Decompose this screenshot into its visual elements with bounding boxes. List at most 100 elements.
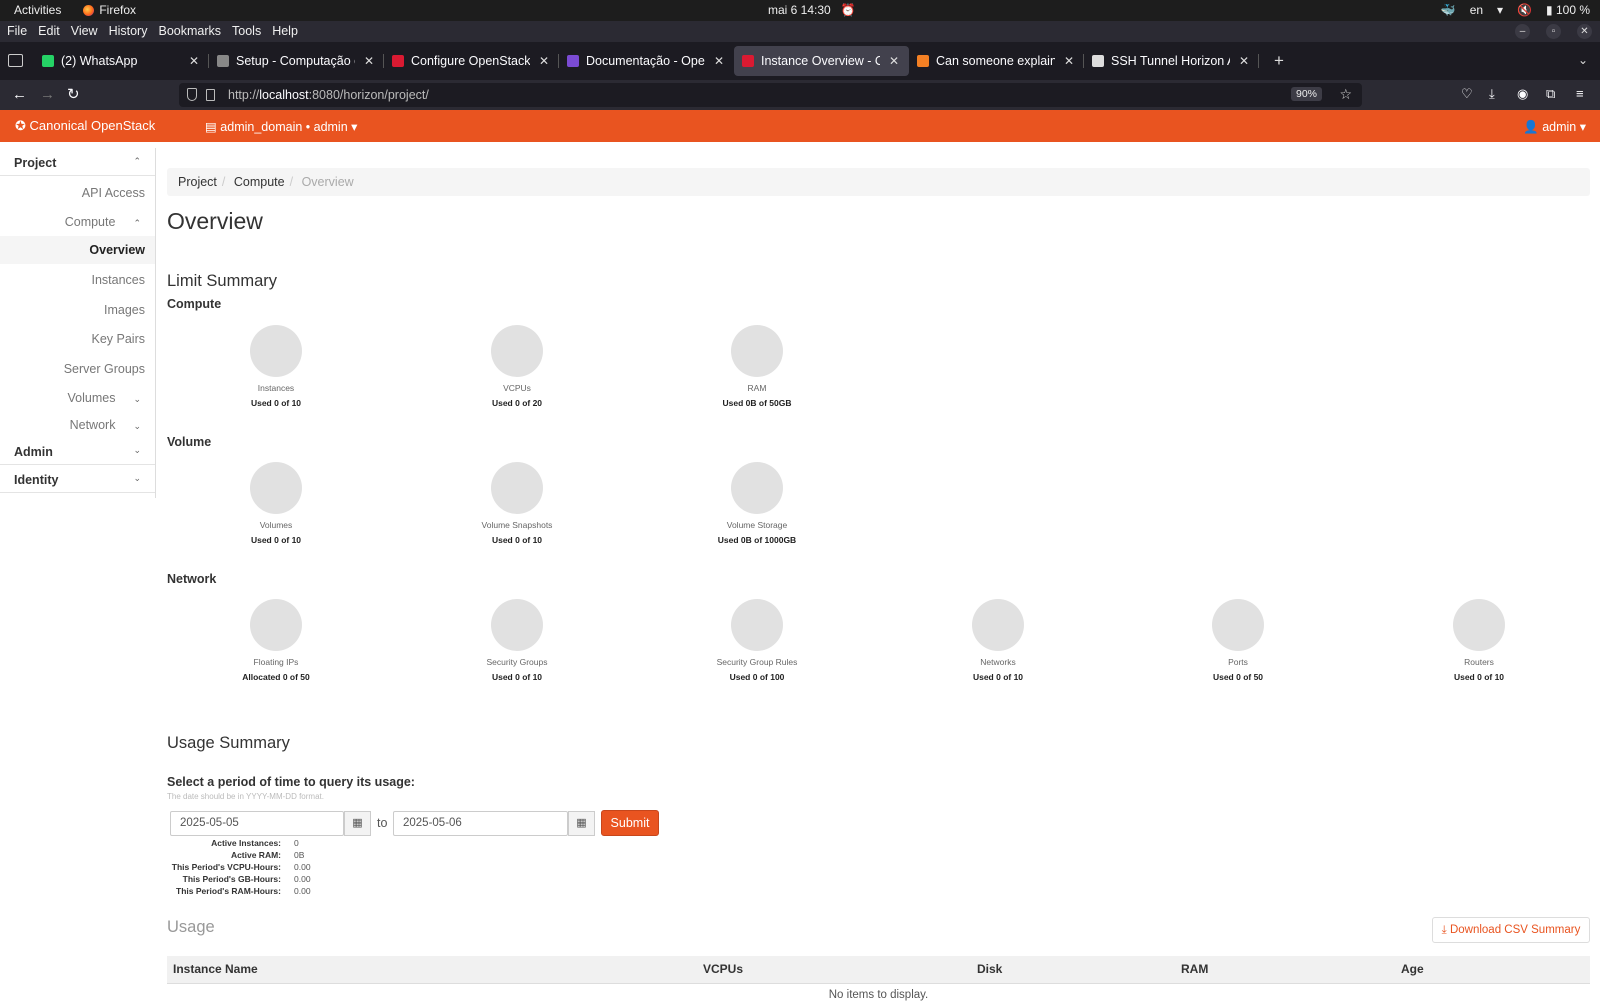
user-menu[interactable]: 👤 admin ▾ (1523, 119, 1586, 135)
limit-pie: Instances Used 0 of 10 (191, 325, 361, 408)
menu-file[interactable]: File (6, 24, 28, 38)
sidebar-identity[interactable]: Identity ⌄ (0, 465, 155, 493)
firefox-view-icon[interactable] (8, 54, 23, 67)
url-text[interactable]: http://localhost:8080/horizon/project/ (228, 88, 429, 102)
limit-pie: RAM Used 0B of 50GB (672, 325, 842, 408)
column-ram[interactable]: RAM (1175, 956, 1395, 984)
sidebar-item-overview[interactable]: Overview (0, 236, 155, 264)
project-icon: ▤ (205, 120, 217, 134)
download-csv-button[interactable]: ⤓ Download CSV Summary (1432, 917, 1590, 943)
sidebar-item-network[interactable]: Network ⌄ (70, 418, 141, 432)
menu-tools[interactable]: Tools (231, 24, 262, 38)
app-menu[interactable]: Firefox (83, 3, 136, 17)
menu-history[interactable]: History (108, 24, 149, 38)
start-date-input[interactable]: 2025-05-05 (170, 811, 344, 836)
browser-tab[interactable]: (2) WhatsApp ✕ (34, 46, 209, 76)
volume-group-title: Volume (167, 435, 212, 449)
browser-tab[interactable]: Instance Overview - OpenStack ✕ (734, 46, 909, 76)
usage-stats: Active Instances: 0 Active RAM: 0B This Peri… (168, 838, 311, 898)
column-vcpus[interactable]: VCPUs (697, 956, 971, 984)
usage-title: Usage (167, 918, 215, 936)
forward-arrow-icon[interactable]: → (40, 86, 55, 104)
stat-label: Active RAM: (230, 850, 281, 860)
sidebar-item-compute[interactable]: Compute ⌃ (65, 215, 141, 229)
hamburger-menu-icon[interactable]: ≡ (1576, 86, 1584, 101)
pie-chart (731, 325, 783, 377)
column-age[interactable]: Age (1395, 956, 1590, 984)
firefox-icon (83, 4, 95, 16)
downloads-icon[interactable]: ⤓ (1489, 86, 1495, 102)
reload-icon[interactable]: ↻ (67, 86, 80, 104)
sidebar-item-images[interactable]: Images (104, 303, 145, 317)
horizon-header: ✪ Canonical OpenStack ▤ admin_domain • a… (0, 110, 1600, 142)
minimize-button[interactable]: – (1515, 24, 1530, 39)
alarm-icon: ⏰ (840, 3, 856, 17)
clock[interactable]: mai 6 14:30 ⏰ (768, 3, 856, 17)
pie-label: Floating IPs (253, 657, 299, 667)
list-all-tabs-icon[interactable]: ⌄ (1578, 53, 1588, 67)
tab-favicon-icon (742, 55, 754, 67)
sidebar-item-volumes[interactable]: Volumes ⌄ (68, 391, 142, 405)
sidebar-item-server-groups[interactable]: Server Groups (64, 362, 145, 376)
tab-close-icon[interactable]: ✕ (537, 54, 551, 68)
tab-close-icon[interactable]: ✕ (362, 54, 376, 68)
tracking-shield-icon[interactable] (187, 88, 197, 101)
bookmark-star-icon[interactable]: ☆ (1339, 86, 1352, 103)
browser-tab[interactable]: Setup - Computação em Nuvem ✕ (209, 46, 384, 76)
tab-close-icon[interactable]: ✕ (187, 54, 201, 68)
zoom-level[interactable]: 90% (1290, 87, 1322, 101)
pocket-icon[interactable]: ♡ (1461, 86, 1473, 102)
calendar-icon[interactable]: ▦ (344, 811, 371, 836)
openstack-logo-icon: ✪ (15, 118, 26, 133)
sidebar-item-key-pairs[interactable]: Key Pairs (92, 332, 146, 346)
pie-label: RAM (747, 383, 767, 393)
user-icon: 👤 (1523, 120, 1539, 134)
breadcrumb-compute[interactable]: Compute (234, 175, 285, 189)
project-selector[interactable]: ▤ admin_domain • admin ▾ (205, 119, 357, 134)
limit-pie: Floating IPs Allocated 0 of 50 (191, 599, 361, 682)
menu-help[interactable]: Help (271, 24, 299, 38)
column-instance-name[interactable]: Instance Name (167, 956, 697, 984)
pie-usage: Allocated 0 of 50 (242, 672, 310, 682)
column-disk[interactable]: Disk (971, 956, 1175, 984)
tab-close-icon[interactable]: ✕ (887, 54, 901, 68)
stat-row: Active Instances: 0 (168, 838, 311, 850)
table-row: No items to display. (167, 983, 1590, 1001)
close-window-button[interactable]: ✕ (1577, 24, 1592, 39)
menu-edit[interactable]: Edit (37, 24, 61, 38)
sidebar-item-api-access[interactable]: API Access (82, 186, 145, 200)
stat-row: This Period's RAM-Hours: 0.00 (168, 886, 311, 898)
menu-bookmarks[interactable]: Bookmarks (157, 24, 222, 38)
pie-label: Volumes (259, 520, 293, 530)
sidebar-item-instances[interactable]: Instances (91, 273, 145, 287)
tab-close-icon[interactable]: ✕ (1237, 54, 1251, 68)
account-icon[interactable]: ◉ (1517, 86, 1528, 102)
chevron-up-icon: ⌃ (133, 156, 141, 166)
new-tab-button[interactable]: + (1267, 46, 1291, 76)
browser-tab[interactable]: SSH Tunnel Horizon Access ✕ (1084, 46, 1259, 76)
tab-close-icon[interactable]: ✕ (712, 54, 726, 68)
pie-chart (250, 325, 302, 377)
browser-tab[interactable]: Documentação - OpenStack ✕ (559, 46, 734, 76)
sidebar-admin[interactable]: Admin ⌄ (0, 437, 155, 465)
menu-view[interactable]: View (70, 24, 99, 38)
sidebar-project[interactable]: Project ⌃ (0, 148, 155, 176)
calendar-icon[interactable]: ▦ (568, 811, 595, 836)
pie-usage: Used 0B of 1000GB (717, 535, 797, 545)
activities-button[interactable]: Activities (14, 3, 61, 17)
back-arrow-icon[interactable]: ← (12, 86, 27, 104)
brand-logo[interactable]: ✪ Canonical OpenStack (15, 118, 155, 134)
end-date-input[interactable]: 2025-05-06 (393, 811, 568, 836)
tab-close-icon[interactable]: ✕ (1062, 54, 1076, 68)
submit-button[interactable]: Submit (601, 810, 659, 836)
system-tray[interactable]: 🐳 en ▾ 🔇 ▮ 100 % (1441, 3, 1590, 17)
address-bar[interactable]: http://localhost:8080/horizon/project/ 9… (179, 83, 1362, 107)
page-info-icon[interactable] (206, 89, 215, 101)
maximize-button[interactable]: ▫ (1546, 24, 1561, 39)
browser-tab[interactable]: Configure OpenStack — c ✕ (384, 46, 559, 76)
pie-usage: Used 0 of 10 (1453, 672, 1505, 682)
extensions-icon[interactable]: ⧉ (1546, 86, 1555, 102)
pie-chart (972, 599, 1024, 651)
browser-tab[interactable]: Can someone explain SSH ✕ (909, 46, 1084, 76)
breadcrumb-project[interactable]: Project (178, 175, 217, 189)
